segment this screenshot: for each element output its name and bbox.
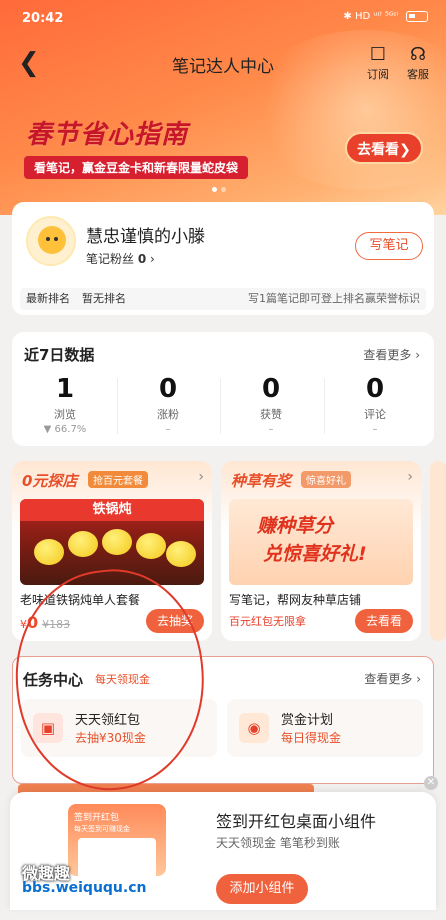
widget-preview: 签到开红包 每天签到可赚现金 — [68, 804, 166, 876]
money-bag-icon: ◉ — [239, 713, 269, 743]
avatar-face-icon — [38, 226, 66, 254]
stats-more-link[interactable]: 查看更多 › — [363, 346, 420, 363]
widget-preview-box — [78, 838, 156, 876]
watermark-url: bbs.weiququ.cn — [22, 880, 147, 896]
headset-icon: ☊ — [410, 44, 426, 65]
stat-label: 评论 — [364, 408, 386, 421]
status-signal-icons: ✱ HD ᵘᶦˡ ⁵ᴳᶦˡ — [343, 11, 398, 22]
close-icon[interactable]: ✕ — [424, 776, 438, 790]
task-sub: 每日得现金 — [281, 731, 342, 745]
banner-go-label: 去看看 — [357, 142, 400, 158]
stats-more-label: 查看更多 — [363, 348, 412, 362]
promo-card-peek[interactable] — [430, 461, 446, 641]
stat-label: 获赞 — [260, 408, 282, 421]
stat-value: 0 — [158, 374, 178, 404]
banner-title: 春节省心指南 — [26, 120, 189, 150]
food-bun — [102, 529, 132, 555]
popup-title: 签到开红包桌面小组件 — [216, 812, 377, 831]
promo-card-seeding[interactable]: 种草有奖 惊喜好礼 › 赚种草分 兑惊喜好礼! 写笔记，帮网友种草店铺 百元红包… — [221, 461, 421, 641]
customer-service-label: 客服 — [407, 68, 429, 81]
stat-value: 0 — [365, 374, 385, 404]
banner-pagination — [212, 187, 226, 192]
status-bar: 20:42 ✱ HD ᵘᶦˡ ⁵ᴳᶦˡ — [0, 0, 446, 38]
food-bun — [136, 533, 166, 559]
stat-change: ▼ 66.7% — [43, 424, 87, 435]
banner-subtitle: 看笔记，赢金豆金卡和新春限量蛇皮袋 — [24, 156, 249, 179]
task-bounty-plan[interactable]: ◉ 赏金计划 每日得现金 — [227, 699, 423, 757]
chevron-right-icon: › — [407, 469, 413, 485]
task-name: 赏金计划 — [281, 713, 334, 728]
chevron-right-icon: › — [198, 469, 204, 485]
food-bun — [166, 541, 196, 567]
user-name: 慧忠谨慎的小滕 — [86, 227, 205, 247]
chevron-right-icon: › — [415, 348, 420, 362]
avatar[interactable] — [26, 216, 76, 266]
dot-active — [212, 187, 217, 192]
promo-reward: 百元红包无限拿 — [229, 615, 306, 628]
popup-subtitle: 天天领现金 笔笔秒到账 — [216, 836, 340, 850]
stat-change: – — [165, 424, 171, 435]
customer-service-button[interactable]: ☊ 客服 — [398, 44, 438, 82]
add-widget-button[interactable]: 添加小组件 — [216, 874, 308, 904]
food-bun — [68, 531, 98, 557]
task-more-label: 查看更多 — [364, 672, 413, 686]
stat-change: – — [372, 424, 378, 435]
seeding-image: 赚种草分 兑惊喜好礼! — [229, 499, 413, 585]
battery-icon — [406, 11, 428, 22]
chevron-right-icon: › — [416, 672, 421, 686]
seeding-image-text: 兑惊喜好礼! — [263, 543, 367, 565]
promo-title: 0元探店 — [22, 472, 78, 490]
rank-label: 最新排名 — [26, 292, 70, 305]
rank-value: 暂无排名 — [82, 292, 126, 305]
status-time: 20:42 — [22, 11, 64, 26]
go-see-button[interactable]: 去看看 — [355, 609, 413, 633]
status-icons: ✱ HD ᵘᶦˡ ⁵ᴳᶦˡ — [343, 11, 428, 22]
subscribe-icon: ☐ — [369, 44, 387, 65]
stat-comments[interactable]: 0 评论 – — [325, 374, 425, 435]
fans-link[interactable]: 笔记粉丝 0 › — [86, 250, 155, 267]
stat-change: – — [268, 424, 274, 435]
fans-label: 笔记粉丝 — [86, 252, 135, 266]
food-banner-text: 铁锅炖 — [20, 499, 204, 521]
widget-preview-title: 签到开红包 — [74, 813, 120, 823]
task-more-link[interactable]: 查看更多 › — [364, 670, 421, 687]
stat-followers[interactable]: 0 涨粉 – — [118, 374, 218, 435]
stat-label: 涨粉 — [157, 408, 179, 421]
profile-card: 慧忠谨慎的小滕 笔记粉丝 0 › 写笔记 最新排名 暂无排名 写1篇笔记即可登上… — [12, 202, 434, 315]
seeding-image-text: 赚种草分 — [257, 515, 334, 537]
write-note-button[interactable]: 写笔记 — [355, 232, 423, 260]
stat-value: 1 — [55, 374, 75, 404]
rank-bar[interactable]: 最新排名 暂无排名 写1篇笔记即可登上排名赢荣誉标识 — [20, 288, 426, 310]
rank-hint: 写1篇笔记即可登上排名赢荣誉标识 — [248, 292, 420, 305]
stat-views[interactable]: 1 浏览 ▼ 66.7% — [15, 374, 115, 435]
recent-stats-card: 近7日数据 查看更多 › 1 浏览 ▼ 66.7% 0 涨粉 – 0 获赞 – … — [12, 332, 434, 446]
subscribe-button[interactable]: ☐ 订阅 — [358, 44, 398, 82]
stat-likes[interactable]: 0 获赞 – — [221, 374, 321, 435]
promo-tag: 抢百元套餐 — [88, 471, 148, 488]
stat-label: 浏览 — [54, 408, 76, 421]
widget-preview-sub: 每天签到可赚现金 — [74, 825, 130, 833]
dot — [221, 187, 226, 192]
stat-value: 0 — [261, 374, 281, 404]
food-bun — [34, 539, 64, 565]
promo-image: 赚种草分 兑惊喜好礼! — [229, 499, 413, 585]
banner-go-button[interactable]: 去看看❯ — [345, 132, 423, 164]
chevron-right-icon: › — [150, 252, 155, 266]
fans-count: 0 — [137, 252, 147, 266]
promo-title: 种草有奖 — [231, 472, 292, 490]
promo-tag: 惊喜好礼 — [301, 471, 351, 488]
subscribe-label: 订阅 — [367, 68, 389, 81]
stats-title: 近7日数据 — [24, 346, 95, 364]
promo-desc: 写笔记，帮网友种草店铺 — [229, 593, 362, 607]
